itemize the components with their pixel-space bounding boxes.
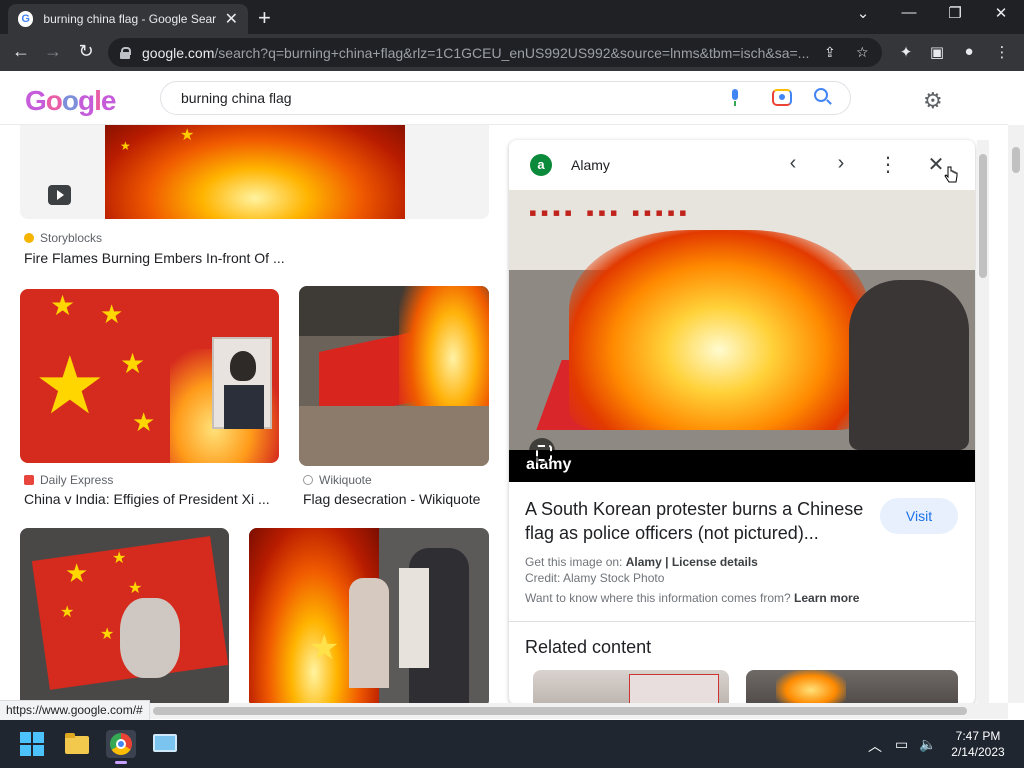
network-icon[interactable]: ▭ bbox=[895, 736, 908, 753]
wikiquote-favicon-icon bbox=[303, 475, 313, 485]
tab-close-icon[interactable]: ✕ bbox=[225, 9, 238, 29]
google-header: Google burning china flag ⚙ bbox=[0, 71, 1008, 125]
google-favicon-icon: G bbox=[18, 11, 34, 27]
image-preview-panel: a Alamy ‹ › ⋮ ✕ ▪▪▪▪ ▪▪▪ ▪▪▪▪▪ alamy A S… bbox=[509, 140, 975, 705]
show-hidden-icons-chevron-icon[interactable]: ︿ bbox=[868, 736, 882, 756]
windows-taskbar: ︿ ▭ 🔈 7:47 PM 2/14/2023 bbox=[0, 720, 1024, 768]
tab-title: burning china flag - Google Sear bbox=[43, 12, 217, 26]
result-thumbnail-flag-burning[interactable]: ★ ★ ★ ★ ★ bbox=[20, 528, 229, 705]
tab-search-chevron-icon[interactable]: ⌄ bbox=[848, 4, 878, 22]
previous-image-chevron-icon[interactable]: ‹ bbox=[781, 152, 805, 175]
chrome-taskbar-icon[interactable] bbox=[106, 730, 136, 764]
related-thumbnail[interactable] bbox=[533, 670, 729, 705]
control-panel-icon[interactable] bbox=[150, 730, 180, 758]
protester-figure bbox=[849, 280, 969, 450]
image-results-grid: ★ ★ Storyblocks Fire Flames Burning Embe… bbox=[0, 125, 500, 705]
browser-toolbar: ← → ↻ google.com/search?q=burning+china+… bbox=[0, 34, 1024, 71]
restore-button[interactable]: ❐ bbox=[940, 4, 970, 22]
related-thumbnail[interactable] bbox=[746, 670, 958, 705]
back-button[interactable]: ← bbox=[10, 41, 32, 62]
close-window-button[interactable]: ✕ bbox=[986, 4, 1016, 22]
result-thumbnail-daily-express[interactable]: ★ ★ ★ ★ ★ bbox=[20, 289, 279, 463]
browser-tab[interactable]: G burning china flag - Google Sear ✕ bbox=[8, 4, 248, 34]
taskbar-clock[interactable]: 7:47 PM 2/14/2023 bbox=[946, 728, 1010, 760]
preview-license-line: Get this image on: Alamy | License detai… bbox=[525, 555, 758, 569]
extensions-puzzle-icon[interactable]: ✦ bbox=[896, 43, 916, 61]
search-query-text: burning china flag bbox=[181, 90, 292, 106]
search-icon[interactable] bbox=[814, 88, 828, 102]
preview-header: a Alamy ‹ › ⋮ ✕ bbox=[509, 140, 975, 190]
result-thumbnail-storyblocks[interactable]: ★ ★ bbox=[20, 125, 489, 219]
reload-button[interactable]: ↻ bbox=[75, 41, 97, 62]
alamy-logo-icon[interactable]: a bbox=[530, 154, 552, 176]
result-thumbnail-protest-fire[interactable]: ★ bbox=[249, 528, 489, 705]
forward-button[interactable]: → bbox=[42, 41, 64, 62]
alamy-link[interactable]: Alamy bbox=[626, 555, 662, 569]
browser-menu-icon[interactable]: ⋮ bbox=[992, 43, 1012, 61]
page-vertical-scrollbar[interactable] bbox=[1008, 125, 1024, 703]
result-thumbnail-wikiquote[interactable] bbox=[299, 286, 489, 466]
daily-express-favicon-icon bbox=[24, 475, 34, 485]
preview-image[interactable]: ▪▪▪▪ ▪▪▪ ▪▪▪▪▪ alamy bbox=[509, 190, 975, 482]
file-explorer-icon[interactable] bbox=[62, 730, 92, 758]
share-icon[interactable]: ⇪ bbox=[824, 44, 836, 61]
new-tab-button[interactable]: + bbox=[258, 5, 271, 31]
windows-start-icon[interactable] bbox=[20, 732, 44, 756]
preview-title[interactable]: A South Korean protester burns a Chinese… bbox=[525, 497, 875, 545]
visit-button[interactable]: Visit bbox=[880, 498, 958, 534]
side-panel-icon[interactable]: ▣ bbox=[927, 43, 947, 61]
search-input[interactable]: burning china flag bbox=[160, 81, 851, 115]
profile-icon[interactable]: ● bbox=[959, 43, 979, 60]
result-caption[interactable]: Flag desecration - Wikiquote bbox=[303, 491, 480, 507]
learn-more-link[interactable]: Learn more bbox=[794, 591, 859, 605]
url-text: google.com/search?q=burning+china+flag&r… bbox=[142, 44, 810, 61]
lock-icon[interactable] bbox=[120, 46, 131, 59]
minimize-button[interactable]: — bbox=[894, 4, 924, 21]
status-url-tooltip: https://www.google.com/# bbox=[0, 700, 150, 720]
result-caption[interactable]: Fire Flames Burning Embers In-front Of .… bbox=[24, 250, 285, 266]
preview-info-line: Want to know where this information come… bbox=[525, 591, 860, 605]
result-source[interactable]: Wikiquote bbox=[303, 473, 372, 487]
hand-cursor-icon bbox=[944, 166, 958, 183]
page-horizontal-scrollbar[interactable] bbox=[0, 703, 1008, 719]
license-details-link[interactable]: License details bbox=[672, 555, 758, 569]
lens-search-icon[interactable] bbox=[529, 438, 555, 464]
preview-credit: Credit: Alamy Stock Photo bbox=[525, 571, 665, 585]
preview-scrollbar[interactable] bbox=[977, 140, 989, 705]
address-bar[interactable]: google.com/search?q=burning+china+flag&r… bbox=[108, 38, 882, 67]
next-image-chevron-icon[interactable]: › bbox=[829, 152, 853, 175]
more-options-icon[interactable]: ⋮ bbox=[876, 152, 900, 177]
google-lens-camera-icon[interactable] bbox=[772, 89, 792, 106]
preview-source-name[interactable]: Alamy bbox=[571, 157, 610, 173]
panel-divider bbox=[509, 621, 975, 622]
voice-search-mic-icon[interactable] bbox=[730, 89, 740, 107]
video-play-icon bbox=[48, 185, 71, 205]
browser-titlebar: G burning china flag - Google Sear ✕ + ⌄… bbox=[0, 0, 1024, 34]
result-source[interactable]: Storyblocks bbox=[24, 231, 102, 245]
portrait-effigy bbox=[212, 337, 272, 429]
google-doodle-logo[interactable]: Google bbox=[25, 85, 116, 117]
bookmark-star-icon[interactable]: ☆ bbox=[856, 44, 869, 61]
result-caption[interactable]: China v India: Effigies of President Xi … bbox=[24, 491, 270, 507]
volume-icon[interactable]: 🔈 bbox=[919, 736, 936, 753]
storyblocks-favicon-icon bbox=[24, 233, 34, 243]
settings-gear-icon[interactable]: ⚙ bbox=[923, 88, 943, 114]
result-source[interactable]: Daily Express bbox=[24, 473, 113, 487]
related-content-heading: Related content bbox=[525, 637, 652, 657]
